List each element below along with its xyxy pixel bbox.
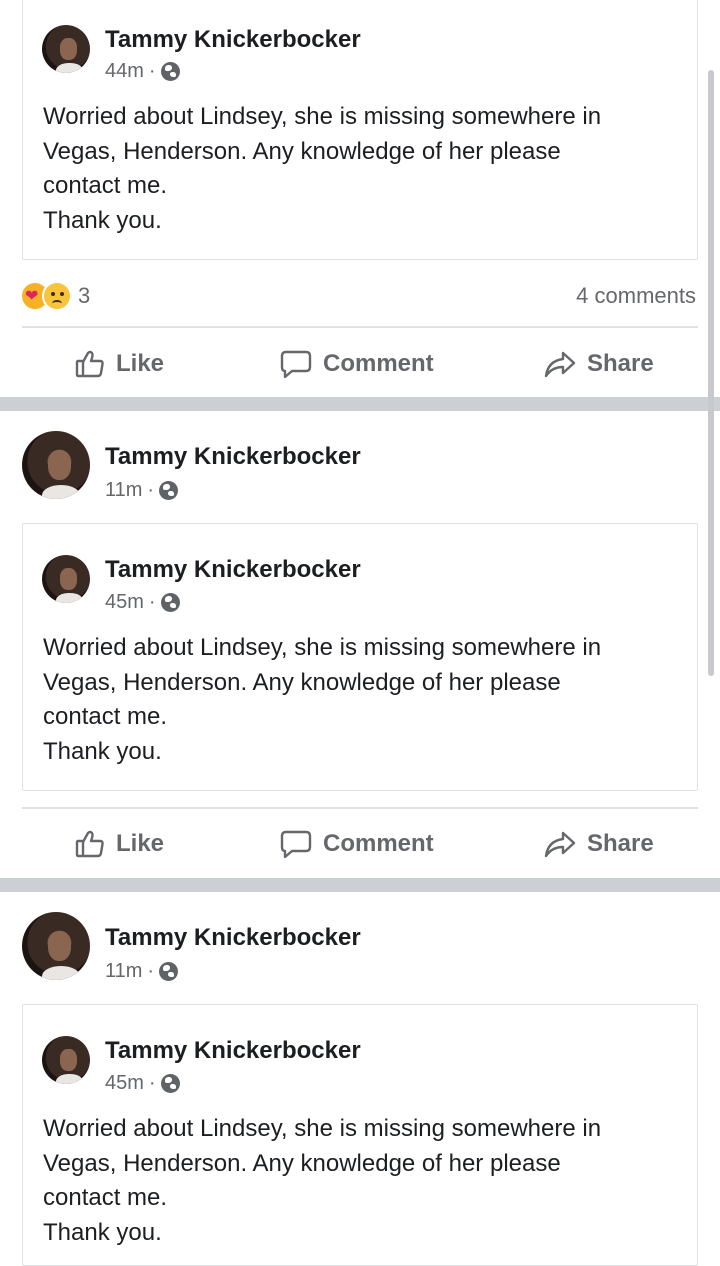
shared-timestamp[interactable]: 45m bbox=[105, 1072, 144, 1095]
post-meta: 11m · bbox=[105, 960, 179, 983]
post-text-line: Thank you. bbox=[43, 1218, 162, 1246]
like-button[interactable]: Like bbox=[74, 828, 164, 860]
share-label: Share bbox=[587, 830, 654, 857]
like-label: Like bbox=[116, 830, 165, 857]
meta-separator: · bbox=[148, 60, 156, 82]
post-text-line: Vegas, Henderson. Any knowledge of her p… bbox=[43, 137, 561, 165]
shared-meta: 45m · bbox=[105, 1072, 180, 1095]
post-author-name[interactable]: Tammy Knickerbocker bbox=[105, 26, 361, 54]
globe-icon bbox=[159, 481, 179, 500]
like-label: Like bbox=[116, 350, 165, 377]
post-text: Worried about Lindsey, she is missing so… bbox=[43, 100, 601, 238]
meta-separator: · bbox=[148, 591, 156, 613]
avatar[interactable] bbox=[42, 1036, 90, 1084]
reactions-summary[interactable]: 3 bbox=[20, 281, 90, 311]
post-timestamp[interactable]: 44m bbox=[105, 60, 144, 83]
post-text-line: contact me. bbox=[43, 1184, 168, 1211]
post-text-line: Vegas, Henderson. Any knowledge of her p… bbox=[43, 668, 561, 696]
divider bbox=[22, 326, 698, 328]
post-text-line: Thank you. bbox=[43, 206, 162, 234]
globe-icon bbox=[160, 1074, 180, 1093]
comment-icon bbox=[280, 350, 312, 379]
feed-separator bbox=[0, 397, 720, 411]
shared-meta: 45m · bbox=[105, 591, 180, 614]
post-timestamp[interactable]: 11m bbox=[105, 479, 142, 502]
meta-separator: · bbox=[147, 479, 155, 501]
share-button[interactable]: Share bbox=[543, 348, 654, 380]
like-icon bbox=[75, 830, 104, 858]
post-text-line: Worried about Lindsey, she is missing so… bbox=[43, 103, 602, 130]
avatar[interactable] bbox=[42, 555, 90, 603]
comment-button[interactable]: Comment bbox=[279, 828, 434, 860]
globe-icon bbox=[160, 593, 180, 612]
comment-button[interactable]: Comment bbox=[279, 348, 434, 380]
shared-post-text: Worried about Lindsey, she is missing so… bbox=[43, 1112, 601, 1250]
comment-label: Comment bbox=[323, 830, 434, 857]
avatar[interactable] bbox=[42, 25, 90, 73]
scrollbar[interactable] bbox=[708, 70, 714, 676]
meta-separator: · bbox=[148, 1072, 156, 1094]
share-icon bbox=[544, 351, 576, 378]
feed-separator bbox=[0, 878, 720, 892]
share-label: Share bbox=[587, 350, 654, 377]
shared-post-text: Worried about Lindsey, she is missing so… bbox=[43, 631, 601, 769]
comment-icon bbox=[280, 830, 312, 859]
shared-timestamp[interactable]: 45m bbox=[105, 591, 144, 614]
share-button[interactable]: Share bbox=[543, 828, 654, 860]
share-icon bbox=[544, 831, 576, 858]
avatar[interactable] bbox=[22, 912, 90, 980]
avatar[interactable] bbox=[22, 431, 90, 499]
sad-icon bbox=[42, 281, 72, 311]
divider bbox=[22, 807, 698, 809]
comment-label: Comment bbox=[323, 350, 434, 377]
post-meta: 44m · bbox=[105, 60, 180, 83]
post-author-name[interactable]: Tammy Knickerbocker bbox=[105, 443, 361, 471]
shared-author-name[interactable]: Tammy Knickerbocker bbox=[105, 556, 361, 584]
post-text-line: contact me. bbox=[43, 703, 168, 730]
reaction-count: 3 bbox=[78, 283, 91, 308]
like-button[interactable]: Like bbox=[74, 348, 164, 380]
post-text-line: contact me. bbox=[43, 172, 168, 199]
shared-author-name[interactable]: Tammy Knickerbocker bbox=[105, 1037, 361, 1065]
comments-count[interactable]: 4 comments bbox=[576, 283, 696, 309]
meta-separator: · bbox=[147, 960, 155, 982]
post-text-line: Worried about Lindsey, she is missing so… bbox=[43, 634, 602, 661]
post-meta: 11m · bbox=[105, 479, 179, 502]
globe-icon bbox=[160, 62, 180, 81]
post-text-line: Thank you. bbox=[43, 737, 162, 765]
post-timestamp[interactable]: 11m bbox=[105, 960, 142, 983]
post-text-line: Vegas, Henderson. Any knowledge of her p… bbox=[43, 1149, 561, 1177]
globe-icon bbox=[159, 962, 179, 981]
post-text-line: Worried about Lindsey, she is missing so… bbox=[43, 1115, 602, 1142]
post-author-name[interactable]: Tammy Knickerbocker bbox=[105, 924, 361, 952]
like-icon bbox=[75, 350, 104, 378]
